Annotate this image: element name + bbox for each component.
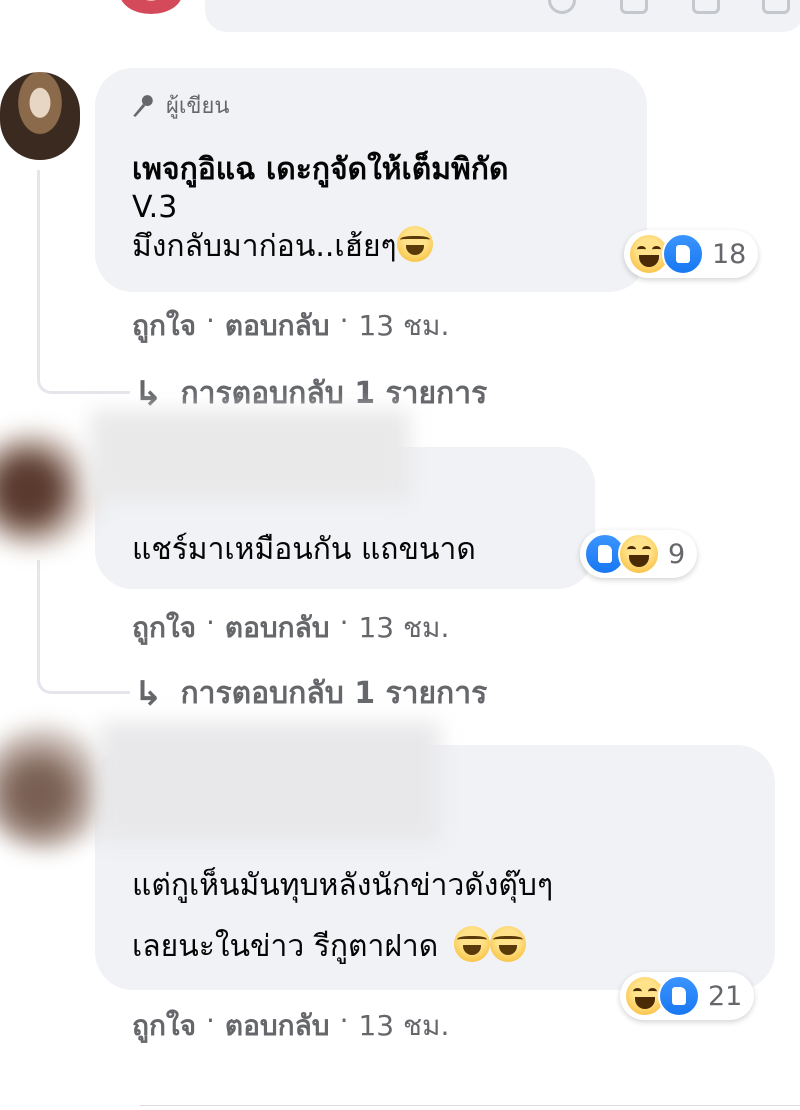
like-reaction-icon (662, 233, 704, 275)
like-reaction-icon (658, 975, 700, 1017)
comment-actions: ถูกใจ · ตอบกลับ · 13 ชม. (132, 304, 449, 348)
thread-line (37, 560, 40, 660)
separator: · (339, 304, 349, 337)
rolling-laughing-emoji-icon (396, 226, 433, 262)
timestamp[interactable]: 13 ชม. (358, 606, 449, 650)
divider (140, 1105, 800, 1106)
haha-reaction-icon (618, 533, 660, 575)
reply-link[interactable]: ตอบกลับ (225, 304, 330, 348)
comment-actions: ถูกใจ · ตอบกลับ · 13 ชม. (132, 606, 449, 650)
gif-icon[interactable] (692, 0, 720, 14)
comment-line: เพจกูอิแฉ เดะกูจัดให้เต็มพิกัด (132, 152, 509, 187)
reaction-summary[interactable]: 21 (620, 972, 755, 1020)
author-badge: ผู้เขียน (130, 88, 229, 123)
comment-text: V.3 (132, 188, 177, 228)
reply-link[interactable]: ตอบกลับ (225, 1004, 330, 1048)
view-replies-label: การตอบกลับ 1 รายการ (180, 676, 488, 711)
like-link[interactable]: ถูกใจ (132, 1004, 196, 1048)
comment-text: แชร์มาเหมือนกัน แถขนาด (132, 530, 476, 570)
microphone-icon (133, 94, 153, 117)
author-badge-label: ผู้เขียน (166, 94, 230, 119)
avatar[interactable] (0, 725, 110, 850)
separator: · (339, 606, 349, 639)
thread-connector (37, 355, 130, 394)
reaction-count: 9 (668, 538, 686, 570)
like-link[interactable]: ถูกใจ (132, 606, 196, 650)
avatar[interactable] (120, 0, 182, 14)
avatar[interactable] (0, 72, 80, 160)
reaction-summary[interactable]: 9 (580, 530, 698, 578)
comment-line: เลยนะในข่าว รีกูตาฝาด (132, 929, 439, 964)
comment-actions: ถูกใจ · ตอบกลับ · 13 ชม. (132, 1004, 449, 1048)
reply-arrow-icon: ↳ (134, 373, 163, 414)
blurred-author-name (100, 722, 440, 842)
like-link[interactable]: ถูกใจ (132, 304, 196, 348)
comment-text: มึงกลับมาก่อน..เฮ้ยๆ (132, 226, 433, 267)
separator: · (205, 304, 215, 337)
sticker-icon[interactable] (762, 0, 790, 14)
tears-of-joy-emoji-icon (453, 926, 490, 962)
timestamp[interactable]: 13 ชม. (358, 1004, 449, 1048)
reaction-count: 21 (708, 980, 743, 1012)
avatar[interactable] (0, 430, 100, 550)
comment-text: เพจกูอิแฉ เดะกูจัดให้เต็มพิกัด (132, 150, 508, 190)
comment-text: แต่กูเห็นมันทุบหลังนักข่าวดังตุ๊บๆ (132, 866, 553, 906)
comment-line: V.3 (132, 190, 178, 225)
timestamp[interactable]: 13 ชม. (358, 304, 449, 348)
reaction-summary[interactable]: 18 (624, 230, 759, 278)
tears-of-joy-emoji-icon (489, 926, 526, 962)
separator: · (339, 1004, 349, 1037)
comment-line: มึงกลับมาก่อน..เฮ้ยๆ (132, 229, 397, 264)
separator: · (205, 606, 215, 639)
camera-icon[interactable] (620, 0, 648, 14)
view-replies-link[interactable]: ↳ การตอบกลับ 1 รายการ (134, 670, 487, 717)
reply-link[interactable]: ตอบกลับ (225, 606, 330, 650)
separator: · (205, 1004, 215, 1037)
thread-connector (37, 655, 130, 694)
comment-line: แต่กูเห็นมันทุบหลังนักข่าวดังตุ๊บๆ (132, 868, 554, 903)
comment-text: เลยนะในข่าว รีกูตาฝาด (132, 926, 526, 967)
thread-line (37, 170, 40, 360)
reaction-count: 18 (712, 238, 747, 270)
reply-arrow-icon: ↳ (134, 673, 163, 714)
comment-line: แชร์มาเหมือนกัน แถขนาด (132, 532, 476, 567)
blurred-author-name (90, 410, 410, 500)
